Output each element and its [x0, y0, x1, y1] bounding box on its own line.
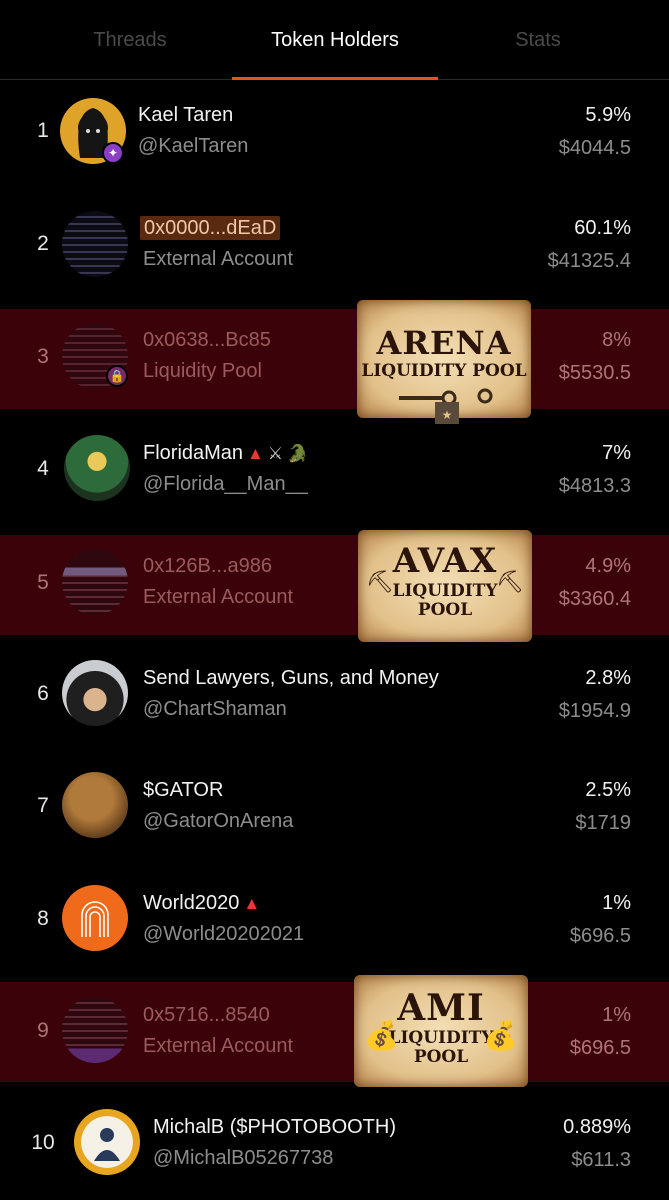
holder-row[interactable]: 9 0x5716...8540 External Account 1% $696… — [0, 982, 669, 1082]
holder-handle: External Account — [143, 1035, 294, 1057]
rank: 7 — [37, 794, 49, 817]
key-lock-icon: ★ — [399, 388, 493, 424]
holder-handle: Liquidity Pool — [143, 360, 262, 382]
holder-handle: @GatorOnArena — [143, 810, 294, 832]
holder-row[interactable]: 8 World2020 ▲ @World20202021 1% $696.5 — [0, 870, 669, 970]
holder-value: $1954.9 — [558, 700, 631, 722]
holder-name: World2020 ▲ — [143, 892, 261, 914]
pickaxe-icon: ⛏ — [496, 570, 524, 595]
rank: 2 — [37, 232, 49, 255]
avatar[interactable] — [64, 435, 130, 501]
holder-percent: 1% — [602, 892, 631, 914]
holder-percent: 4.9% — [585, 555, 631, 577]
holder-row[interactable]: 6 Send Lawyers, Guns, and Money @ChartSh… — [0, 645, 669, 745]
holder-handle: External Account — [143, 248, 294, 270]
lock-icon: 🔒 — [106, 365, 128, 387]
holder-handle: @KaelTaren — [138, 135, 249, 157]
holder-name: 0x0000...dEaD — [140, 216, 281, 240]
holder-name: 0x0638...Bc85 — [143, 329, 271, 351]
holder-percent: 0.889% — [563, 1116, 631, 1138]
avax-liquidity-pool-sign: AVAX LIQUIDITY POOL ⛏ ⛏ — [358, 530, 532, 642]
holder-name: $GATOR — [143, 779, 224, 801]
holder-row[interactable]: 5 0x126B...a986 External Account 4.9% $3… — [0, 535, 669, 635]
crocodile-icon: 🐊 — [287, 444, 309, 463]
rank: 9 — [37, 1019, 49, 1042]
holder-percent: 1% — [602, 1004, 631, 1026]
address-tag: 0x0000...dEaD — [140, 216, 281, 240]
holder-row[interactable]: 3 🔒 0x0638...Bc85 Liquidity Pool 8% $553… — [0, 309, 669, 409]
holder-value: $696.5 — [569, 925, 631, 947]
holder-name: FloridaMan ▲ ⚔ 🐊 — [143, 442, 309, 464]
rank: 1 — [37, 119, 49, 142]
sign-subtitle-2: POOL — [417, 600, 473, 620]
holder-value: $1719 — [575, 812, 631, 834]
avatar[interactable] — [62, 660, 128, 726]
holder-name: Kael Taren — [138, 104, 234, 126]
arena-liquidity-pool-sign: ARENA LIQUIDITY POOL ★ — [357, 300, 531, 424]
red-triangle-icon: ▲ — [243, 894, 261, 913]
holder-value: $611.3 — [571, 1149, 631, 1171]
holder-value: $3360.4 — [558, 588, 631, 610]
holder-percent: 2.5% — [585, 779, 631, 801]
rank: 6 — [37, 682, 49, 705]
holder-row[interactable]: 4 FloridaMan ▲ ⚔ 🐊 @Florida__Man__ 7% $4813… — [0, 420, 669, 520]
money-bag-icon: 💰 — [483, 1019, 518, 1052]
holder-value: $696.5 — [569, 1037, 631, 1059]
avatar[interactable] — [74, 1109, 140, 1175]
holder-name: MichalB ($PHOTOBOOTH) — [153, 1116, 396, 1138]
sign-title: ARENA — [376, 324, 512, 362]
rank: 4 — [37, 457, 49, 480]
magic-wand-icon: ✦ — [102, 142, 124, 164]
holder-row[interactable]: 7 $GATOR @GatorOnArena 2.5% $1719 — [0, 757, 669, 857]
holder-handle: External Account — [143, 586, 294, 608]
holder-row[interactable]: 1 ✦ Kael Taren @KaelTaren 5.9% $4044.5 — [0, 82, 669, 182]
holder-name: Send Lawyers, Guns, and Money — [143, 667, 439, 689]
ami-liquidity-pool-sign: AMI LIQUIDITY POOL 💰 💰 — [354, 975, 528, 1087]
holder-handle: @MichalB05267738 — [153, 1147, 334, 1169]
rank: 10 — [31, 1131, 55, 1154]
pickaxe-icon: ⛏ — [366, 570, 394, 595]
holder-row[interactable]: 2 0x0000...dEaD External Account 60.1% $… — [0, 195, 669, 295]
avatar[interactable] — [62, 997, 128, 1063]
holder-value: $4044.5 — [558, 137, 631, 159]
holder-percent: 2.8% — [585, 667, 631, 689]
holder-value: $41325.4 — [547, 250, 631, 272]
tab-bar: Threads Token Holders Stats — [0, 0, 669, 80]
svg-text:★: ★ — [442, 408, 453, 422]
tab-token-holders[interactable]: Token Holders — [232, 0, 438, 80]
holder-percent: 60.1% — [574, 217, 631, 239]
holder-handle: @ChartShaman — [143, 698, 287, 720]
money-bag-icon: 💰 — [364, 1019, 399, 1052]
avatar[interactable] — [62, 772, 128, 838]
crossed-swords-icon: ⚔ — [267, 444, 284, 463]
red-triangle-icon: ▲ — [247, 444, 264, 463]
holder-handle: @Florida__Man__ — [143, 473, 308, 495]
tab-stats[interactable]: Stats — [438, 0, 638, 80]
active-tab-indicator — [232, 77, 438, 80]
holder-row[interactable]: 10 MichalB ($PHOTOBOOTH) @MichalB0526773… — [0, 1095, 669, 1195]
rank: 5 — [37, 571, 49, 594]
holder-value: $4813.3 — [558, 475, 631, 497]
holder-name: 0x126B...a986 — [143, 555, 272, 577]
tab-threads[interactable]: Threads — [30, 0, 230, 80]
sign-subtitle: LIQUIDITY POOL — [361, 361, 527, 381]
avatar[interactable] — [62, 885, 128, 951]
holder-percent: 5.9% — [585, 104, 631, 126]
avatar[interactable] — [62, 549, 128, 615]
holder-value: $5530.5 — [558, 362, 631, 384]
rank: 3 — [37, 345, 49, 368]
rank: 8 — [37, 907, 49, 930]
holder-percent: 7% — [602, 442, 631, 464]
holder-handle: @World20202021 — [143, 923, 305, 945]
holder-percent: 8% — [602, 329, 631, 351]
avatar[interactable] — [62, 211, 128, 277]
holder-name: 0x5716...8540 — [143, 1004, 270, 1026]
